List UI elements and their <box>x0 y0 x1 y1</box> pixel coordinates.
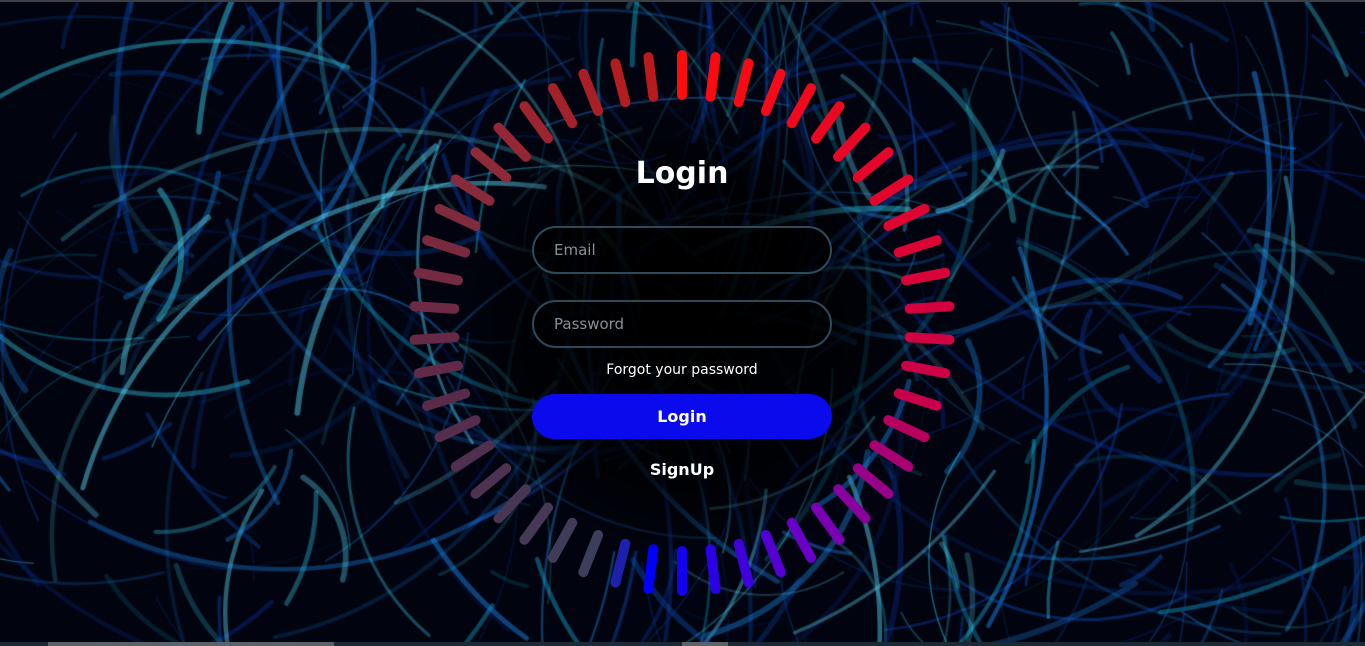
password-input[interactable] <box>532 300 832 348</box>
ring-bar <box>578 530 604 578</box>
ring-bar <box>883 203 930 231</box>
ring-bar <box>519 101 553 144</box>
ring-bar <box>705 544 721 594</box>
ring-bar <box>904 332 955 345</box>
ring-bar <box>434 415 481 443</box>
ring-bar <box>786 83 817 129</box>
ring-bar <box>760 530 786 578</box>
ring-bar <box>733 538 754 588</box>
ring-bar <box>811 502 845 545</box>
ring-bar <box>852 463 894 499</box>
ring-bar <box>893 235 942 258</box>
window-bottom-edge <box>0 642 1365 646</box>
ring-bar <box>901 360 951 379</box>
ring-bar <box>434 203 481 231</box>
ring-bar <box>493 484 531 524</box>
ring-bar <box>760 68 786 116</box>
ring-bar <box>833 122 871 162</box>
taskbar-segment <box>682 642 728 646</box>
ring-bar <box>643 544 659 594</box>
ring-bar <box>547 83 578 129</box>
ring-bar <box>705 52 721 102</box>
ring-bar <box>470 463 512 499</box>
ring-bar <box>893 388 942 411</box>
ring-bar <box>450 174 495 206</box>
ring-bar <box>733 58 754 108</box>
email-input[interactable] <box>532 226 832 274</box>
login-button[interactable]: Login <box>532 394 832 439</box>
login-form: Login Forgot your password Login SignUp <box>532 150 832 490</box>
ring-bar <box>470 147 512 183</box>
ring-bar <box>852 147 894 183</box>
ring-bar <box>869 174 914 206</box>
ring-bar <box>901 267 951 286</box>
ring-bar <box>413 360 463 379</box>
ring-bar <box>904 301 955 314</box>
ring-bar <box>413 267 463 286</box>
ring-bar <box>519 502 553 545</box>
ring-bar <box>450 440 495 472</box>
login-title: Login <box>635 156 729 191</box>
ring-bar <box>493 122 531 162</box>
forgot-password-link[interactable]: Forgot your password <box>532 362 832 378</box>
taskbar-segment <box>48 642 334 646</box>
signup-link[interactable]: SignUp <box>532 460 832 479</box>
ring-bar <box>422 388 471 411</box>
ring-bar <box>883 415 930 443</box>
ring-bar <box>786 517 817 563</box>
ring-bar <box>409 301 460 314</box>
ring-bar <box>578 68 604 116</box>
ring-bar <box>811 101 845 144</box>
ring-bar <box>610 538 631 588</box>
ring-bar <box>833 484 871 524</box>
ring-bar <box>422 235 471 258</box>
ring-bar <box>869 440 914 472</box>
ring-bar <box>610 58 631 108</box>
ring-bar <box>409 332 460 345</box>
ring-bar <box>547 517 578 563</box>
ring-bar <box>643 52 659 102</box>
